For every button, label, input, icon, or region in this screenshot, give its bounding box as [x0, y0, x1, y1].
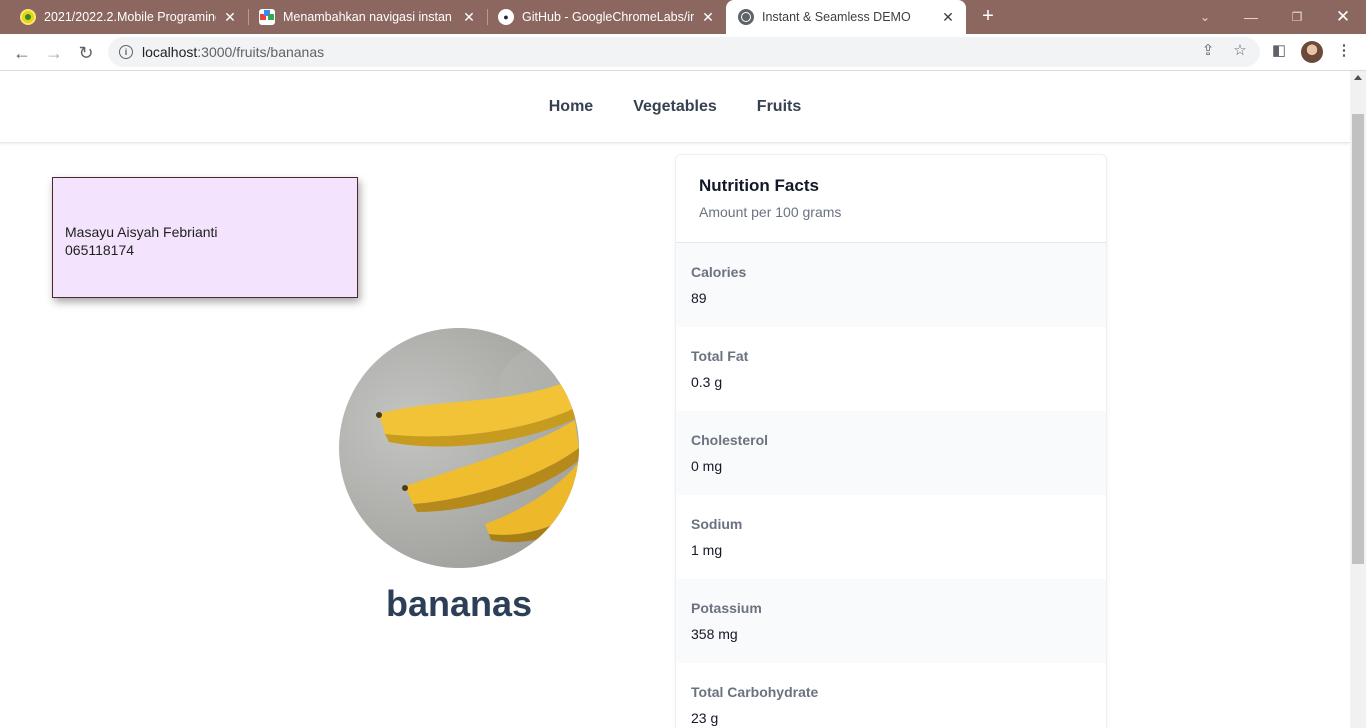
- tab-title: GitHub - GoogleChromeLabs/inst: [522, 10, 694, 24]
- minimize-icon[interactable]: —: [1228, 0, 1274, 34]
- nutrition-facts-subtitle: Amount per 100 grams: [699, 204, 842, 220]
- profile-avatar[interactable]: [1301, 41, 1323, 63]
- fact-label: Sodium: [691, 516, 743, 532]
- fruit-name-heading: bananas: [385, 583, 533, 624]
- nav-home-link[interactable]: Home: [549, 98, 593, 116]
- nutrition-facts-panel: Nutrition Facts Amount per 100 grams Cal…: [675, 154, 1107, 728]
- address-bar[interactable]: i localhost:3000/fruits/bananas: [108, 37, 1260, 67]
- student-name: Masayu Aisyah Febrianti: [65, 224, 218, 240]
- share-icon[interactable]: ⇪: [1198, 40, 1218, 60]
- fact-value: 89: [691, 290, 707, 306]
- fact-label: Total Carbohydrate: [691, 684, 819, 700]
- side-panel-icon[interactable]: ◧: [1269, 40, 1289, 60]
- tab-search-icon[interactable]: ⌄: [1182, 0, 1228, 34]
- scrollbar-thumb[interactable]: [1352, 114, 1364, 564]
- close-tab-icon[interactable]: ✕: [222, 9, 238, 26]
- fact-value: 0 mg: [691, 458, 723, 474]
- nutrition-facts-title: Nutrition Facts: [699, 176, 819, 195]
- new-tab-button[interactable]: +: [976, 5, 1000, 29]
- fact-label: Calories: [691, 264, 747, 280]
- close-tab-icon[interactable]: ✕: [461, 9, 477, 26]
- forward-arrow-icon[interactable]: →: [40, 39, 68, 67]
- site-navigation: Home Vegetables Fruits: [0, 71, 1350, 143]
- tab-title: Menambahkan navigasi instan da: [283, 10, 455, 24]
- fact-row-total-carbohydrate: Total Carbohydrate 23 g: [676, 663, 1106, 728]
- fact-row-total-fat: Total Fat 0.3 g: [676, 327, 1106, 411]
- scroll-up-arrow-icon[interactable]: [1354, 75, 1362, 80]
- browser-toolbar: ← → ↻ i localhost:3000/fruits/bananas ⇪ …: [0, 34, 1366, 71]
- fact-label: Potassium: [691, 600, 762, 616]
- banana-photo: [339, 328, 579, 568]
- close-tab-icon[interactable]: ✕: [700, 9, 716, 26]
- tab-title: 2021/2022.2.Mobile Programing: [44, 10, 216, 24]
- web-dev-icon: [259, 9, 275, 25]
- reload-icon[interactable]: ↻: [72, 39, 100, 67]
- url-text[interactable]: localhost:3000/fruits/bananas: [142, 44, 324, 60]
- tab-instant-seamless-demo[interactable]: Instant & Seamless DEMO ✕: [726, 0, 966, 34]
- banana-photo-icon: [376, 348, 579, 543]
- tab-instant-navigation[interactable]: Menambahkan navigasi instan da ✕: [249, 0, 487, 34]
- tab-title: Instant & Seamless DEMO: [762, 10, 911, 24]
- page-viewport: Home Vegetables Fruits Masayu Aisyah Feb…: [0, 71, 1350, 728]
- fact-label: Total Fat: [691, 348, 749, 364]
- tab-strip: 2021/2022.2.Mobile Programing ✕ Menambah…: [0, 0, 1366, 34]
- page-scrollbar[interactable]: [1350, 71, 1366, 728]
- restore-icon[interactable]: ❐: [1274, 0, 1320, 34]
- fact-row-sodium: Sodium 1 mg: [676, 495, 1106, 579]
- bookmark-star-icon[interactable]: ☆: [1230, 40, 1250, 60]
- fact-label: Cholesterol: [691, 432, 769, 448]
- nutrition-facts-header: Nutrition Facts Amount per 100 grams: [676, 155, 1106, 243]
- fact-value: 1 mg: [691, 542, 723, 558]
- back-arrow-icon[interactable]: ←: [8, 39, 36, 67]
- menu-kebab-icon[interactable]: ⋮: [1334, 40, 1354, 60]
- fact-value: 358 mg: [691, 626, 738, 642]
- globe-icon: [738, 9, 754, 25]
- nav-fruits-link[interactable]: Fruits: [757, 98, 801, 116]
- github-icon: ●: [498, 9, 514, 25]
- fact-row-potassium: Potassium 358 mg: [676, 579, 1106, 663]
- close-tab-icon[interactable]: ✕: [940, 9, 956, 26]
- site-info-icon[interactable]: i: [119, 45, 133, 59]
- tab-github[interactable]: ● GitHub - GoogleChromeLabs/inst ✕: [488, 0, 726, 34]
- url-path: :3000/fruits/bananas: [197, 44, 325, 60]
- tab-mobile-programing[interactable]: 2021/2022.2.Mobile Programing ✕: [0, 0, 248, 34]
- close-window-icon[interactable]: ✕: [1320, 0, 1366, 34]
- fact-value: 0.3 g: [691, 374, 723, 390]
- url-host: localhost: [142, 44, 198, 60]
- fact-row-calories: Calories 89: [676, 243, 1106, 327]
- fact-value: 23 g: [691, 710, 719, 726]
- university-logo-icon: [20, 9, 36, 25]
- student-info-card: Masayu Aisyah Febrianti 065118174: [52, 177, 358, 298]
- fact-row-cholesterol: Cholesterol 0 mg: [676, 411, 1106, 495]
- nav-vegetables-link[interactable]: Vegetables: [633, 98, 717, 116]
- student-id: 065118174: [65, 242, 135, 258]
